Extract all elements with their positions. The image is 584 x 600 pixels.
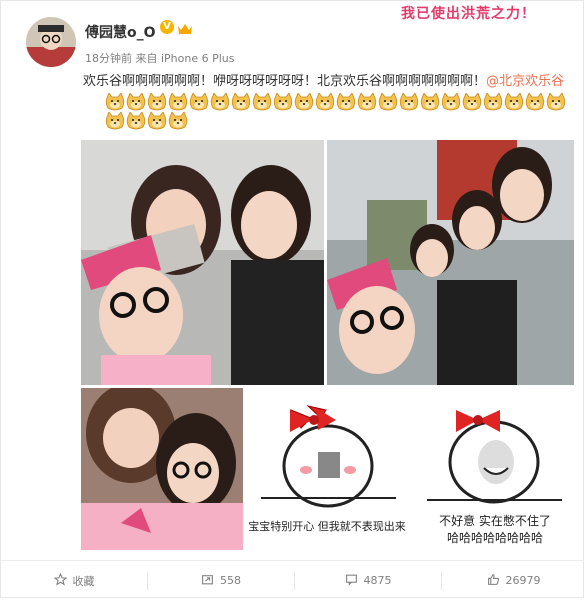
repost-button[interactable]: 558 bbox=[148, 561, 294, 600]
photo-3[interactable] bbox=[81, 388, 243, 550]
action-bar: 收藏 558 4875 26979 bbox=[1, 560, 584, 600]
doge-emoji-icon bbox=[315, 92, 335, 111]
doge-emoji-icon bbox=[189, 92, 209, 111]
doge-emoji-icon bbox=[105, 92, 125, 111]
photo-1[interactable] bbox=[81, 140, 324, 385]
post-text-body: 欢乐谷啊啊啊啊啊啊！咿呀呀呀呀呀呀！北京欢乐谷啊啊啊啊啊啊啊！ bbox=[83, 74, 487, 89]
like-count: 26979 bbox=[505, 574, 541, 587]
doge-emoji-icon bbox=[126, 111, 146, 130]
doge-emoji-icon bbox=[441, 92, 461, 111]
doge-emoji-icon bbox=[546, 92, 566, 111]
doge-emoji-icon bbox=[462, 92, 482, 111]
doge-emoji-icon bbox=[126, 92, 146, 111]
post-meta: 18分钟前 来自 iPhone 6 Plus bbox=[85, 52, 235, 65]
doge-emoji-icon bbox=[399, 92, 419, 111]
doge-emoji-icon bbox=[525, 92, 545, 111]
doge-emoji-icon bbox=[273, 92, 293, 111]
doge-emoji-icon bbox=[336, 92, 356, 111]
thumbs-up-icon bbox=[487, 573, 500, 589]
meme-caption-1: 宝宝特别开心 但我就不表现出来 bbox=[248, 520, 406, 533]
like-button[interactable]: 26979 bbox=[442, 561, 584, 600]
meme-caption-2b: 哈哈哈哈哈哈哈哈 bbox=[446, 531, 543, 545]
meme-sticker-1[interactable]: 宝宝特别开心 但我就不表现出来 bbox=[246, 388, 408, 550]
meme-sticker-2[interactable]: 不好意 实在憋不住了 哈哈哈哈哈哈哈哈 bbox=[412, 388, 574, 550]
favorite-button[interactable]: 收藏 bbox=[1, 561, 147, 600]
doge-emoji-icon bbox=[147, 111, 167, 130]
doge-emoji-icon bbox=[105, 111, 125, 130]
repost-icon bbox=[201, 573, 214, 589]
avatar[interactable] bbox=[26, 17, 76, 67]
doge-emoji-icon bbox=[252, 92, 272, 111]
doge-emoji-icon bbox=[231, 92, 251, 111]
mention-link[interactable]: @北京欢乐谷 bbox=[486, 74, 564, 89]
doge-emoji-icon bbox=[357, 92, 377, 111]
doge-emoji-icon bbox=[504, 92, 524, 111]
comment-button[interactable]: 4875 bbox=[295, 561, 441, 600]
doge-emoji-icon bbox=[420, 92, 440, 111]
verified-badge-icon: V bbox=[160, 20, 174, 34]
meme-caption-2a: 不好意 实在憋不住了 bbox=[439, 514, 551, 528]
doge-emoji-icon bbox=[168, 92, 188, 111]
post-text: 欢乐谷啊啊啊啊啊啊！咿呀呀呀呀呀呀！北京欢乐谷啊啊啊啊啊啊啊！@北京欢乐谷 bbox=[83, 71, 573, 93]
star-icon bbox=[53, 572, 67, 589]
favorite-label: 收藏 bbox=[72, 574, 95, 588]
repost-count: 558 bbox=[220, 574, 241, 587]
doge-emoji-icon bbox=[147, 92, 167, 111]
weibo-post-card: 傅园慧o_O V 我已使出洪荒之力！ 18分钟前 来自 iPhone 6 Plu… bbox=[0, 0, 584, 598]
doge-emoji-icon bbox=[210, 92, 230, 111]
comment-icon bbox=[345, 573, 358, 589]
username[interactable]: 傅园慧o_O bbox=[85, 22, 156, 42]
doge-emoji-icon bbox=[378, 92, 398, 111]
doge-emoji-icon bbox=[294, 92, 314, 111]
emoji-row bbox=[105, 92, 575, 131]
photo-2[interactable] bbox=[327, 140, 574, 385]
vip-crown-icon bbox=[177, 21, 193, 35]
doge-emoji-icon bbox=[168, 111, 188, 130]
banner-text: 我已使出洪荒之力！ bbox=[401, 6, 536, 22]
comment-count: 4875 bbox=[363, 574, 392, 587]
doge-emoji-icon bbox=[483, 92, 503, 111]
